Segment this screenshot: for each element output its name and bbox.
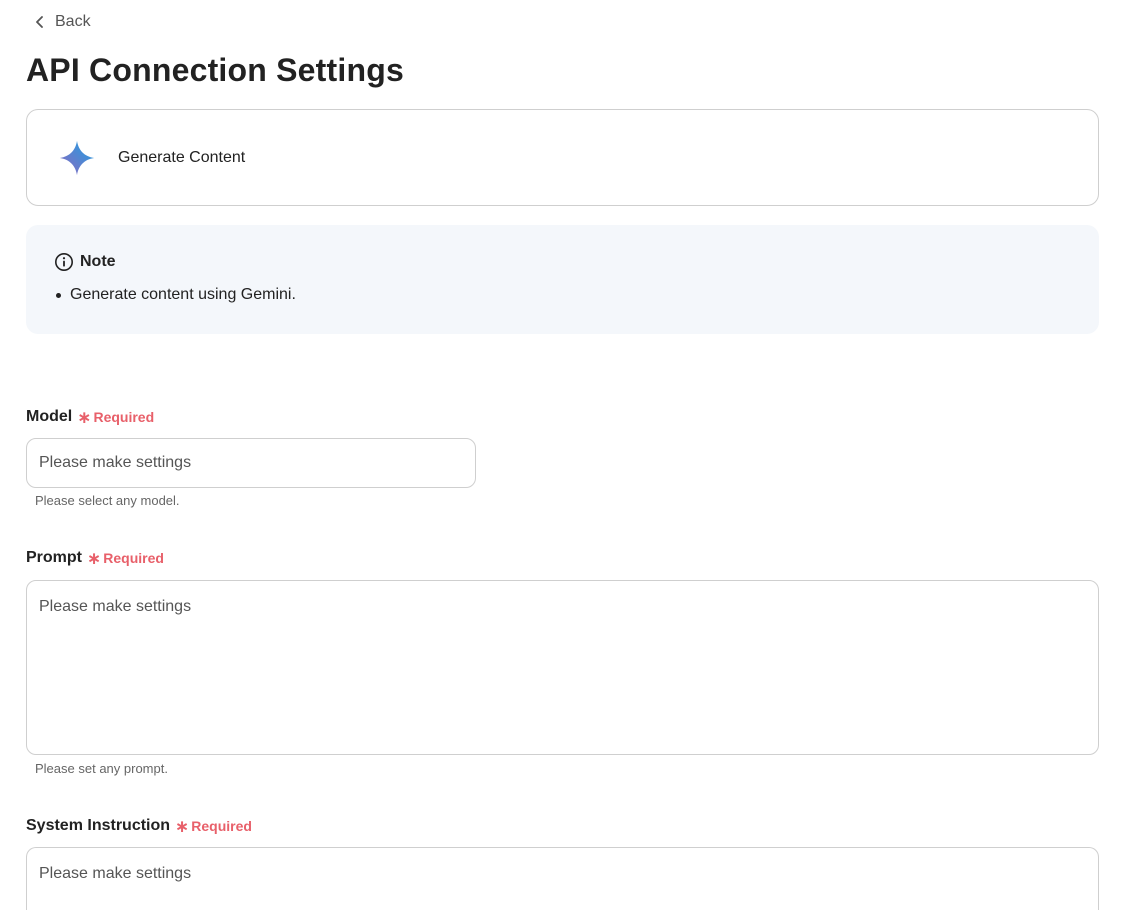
required-badge: ∗ Required xyxy=(77,409,154,426)
required-badge: ∗ Required xyxy=(175,818,252,835)
action-label: Generate Content xyxy=(118,148,246,166)
bullet-icon xyxy=(56,292,61,298)
settings-page: Back API Connection Settings Generate Co… xyxy=(0,0,1131,910)
note-list: Generate content using Gemini. xyxy=(54,286,296,304)
prompt-label-text: Prompt xyxy=(26,549,82,566)
model-helper-text: Please select any model. xyxy=(35,493,180,508)
chevron-left-icon xyxy=(36,16,43,28)
model-input[interactable] xyxy=(26,438,476,488)
back-label: Back xyxy=(55,13,91,30)
note-heading-text: Note xyxy=(80,253,116,270)
system-instruction-textarea[interactable] xyxy=(26,847,1099,910)
required-text: Required xyxy=(191,818,252,834)
required-badge: ∗ Required xyxy=(87,550,164,567)
note-item: Generate content using Gemini. xyxy=(54,286,296,304)
required-text: Required xyxy=(93,409,155,425)
system-instruction-label: System Instruction ∗ Required xyxy=(26,817,252,835)
prompt-label: Prompt ∗ Required xyxy=(26,549,164,567)
note-heading: Note xyxy=(54,252,116,272)
back-link[interactable]: Back xyxy=(35,11,91,33)
page-title: API Connection Settings xyxy=(26,52,404,88)
asterisk-icon: ∗ xyxy=(87,548,102,568)
required-text: Required xyxy=(103,550,164,566)
asterisk-icon: ∗ xyxy=(77,407,92,427)
asterisk-icon: ∗ xyxy=(175,816,190,836)
info-icon xyxy=(55,253,73,271)
gemini-sparkle-icon xyxy=(59,140,95,175)
model-label: Model ∗ Required xyxy=(26,408,154,426)
prompt-textarea[interactable] xyxy=(26,580,1099,755)
prompt-helper-text: Please set any prompt. xyxy=(35,761,168,776)
action-card[interactable]: Generate Content xyxy=(26,109,1099,206)
model-label-text: Model xyxy=(26,408,73,425)
system-instruction-label-text: System Instruction xyxy=(26,817,171,834)
note-item-text: Generate content using Gemini. xyxy=(70,286,296,303)
note-box: Note Generate content using Gemini. xyxy=(26,225,1099,334)
